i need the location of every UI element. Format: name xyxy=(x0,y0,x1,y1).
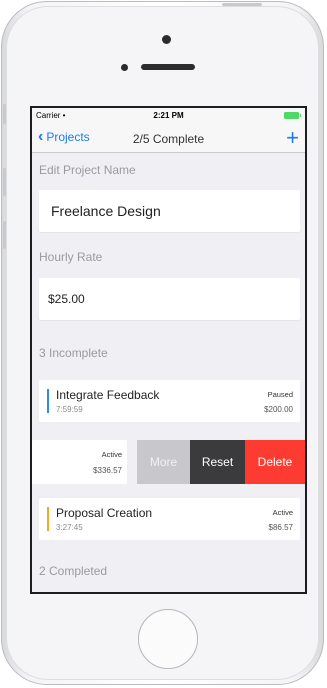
home-button[interactable] xyxy=(138,609,198,669)
earpiece-speaker xyxy=(141,64,195,70)
project-name-value: Freelance Design xyxy=(51,203,161,219)
task-row[interactable]: Proposal Creation 3:27:45 Active $86.57 xyxy=(39,498,300,540)
task-status: Paused xyxy=(267,390,293,399)
task-amount: $86.57 xyxy=(268,523,293,532)
incomplete-header: 3 Incomplete xyxy=(39,346,108,360)
task-amount: $200.00 xyxy=(264,405,293,414)
task-row[interactable]: Integrate Feedback 7:59:59 Paused $200.0… xyxy=(39,380,300,422)
hourly-rate-value: $25.00 xyxy=(48,292,85,306)
volume-down-button xyxy=(3,221,6,249)
page-title: 2/5 Complete xyxy=(132,132,205,146)
front-camera xyxy=(162,35,171,44)
completed-header: 2 Completed xyxy=(39,564,108,578)
task-status: Active xyxy=(272,508,293,517)
power-button xyxy=(222,3,262,6)
plus-icon[interactable]: + xyxy=(286,125,299,151)
volume-up-button xyxy=(3,168,6,196)
task-name: Proposal Creation xyxy=(56,506,153,520)
hourly-rate-label: Hourly Rate xyxy=(39,250,103,264)
reset-button[interactable]: Reset xyxy=(190,440,245,484)
battery-icon xyxy=(284,112,301,119)
hourly-rate-field[interactable]: $25.00 xyxy=(39,278,300,320)
task-color-bar xyxy=(47,507,49,531)
delete-button[interactable]: Delete xyxy=(245,440,305,484)
mute-switch xyxy=(3,104,6,124)
swiped-task-row[interactable]: Active $336.57 More Reset Delete xyxy=(32,440,305,484)
status-bar: Carrier • 2:21 PM xyxy=(32,108,305,124)
task-elapsed: 3:27:45 xyxy=(56,523,83,532)
edit-name-label: Edit Project Name xyxy=(39,163,136,177)
task-elapsed: 7:59:59 xyxy=(56,405,83,414)
proximity-sensor xyxy=(121,64,128,71)
app-screen: Carrier • 2:21 PM ‹ Projects 2/5 Complet… xyxy=(30,106,307,594)
task-name: Integrate Feedback xyxy=(56,388,160,402)
task-amount: $336.57 xyxy=(93,466,122,475)
clock: 2:21 PM xyxy=(153,111,184,120)
swiped-task-content[interactable]: Active $336.57 xyxy=(32,440,127,484)
project-name-field[interactable]: Freelance Design xyxy=(39,190,300,232)
more-button[interactable]: More xyxy=(137,440,190,484)
task-status: Active xyxy=(101,450,122,459)
navigation-bar: ‹ Projects 2/5 Complete + xyxy=(32,124,305,153)
task-color-bar xyxy=(47,389,49,413)
